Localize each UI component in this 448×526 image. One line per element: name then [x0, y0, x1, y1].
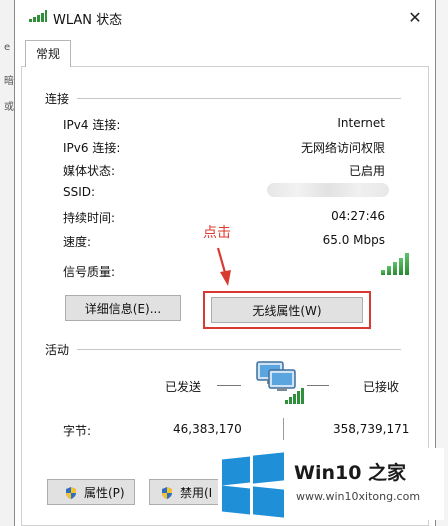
activity-group-label: 活动: [45, 343, 70, 357]
ssid-value-blurred: [267, 183, 389, 197]
background-text: 或: [4, 102, 14, 113]
annotation-click-text: 点击: [203, 225, 231, 241]
signal-strength-icon: [381, 251, 411, 275]
connection-group-label: 连接: [45, 92, 70, 106]
duration-label: 持续时间:: [63, 211, 116, 225]
sent-dash: [217, 385, 241, 386]
wireless-properties-button[interactable]: 无线属性(W): [211, 297, 363, 323]
wifi-icon: [29, 10, 47, 22]
ipv4-label: IPv4 连接:: [63, 118, 121, 132]
tab-general[interactable]: 常规: [25, 40, 72, 67]
received-dash: [307, 385, 329, 386]
media-state-value: 已启用: [348, 164, 385, 178]
ipv6-label: IPv6 连接:: [63, 141, 121, 155]
duration-value: 04:27:46: [331, 209, 385, 223]
network-computer-icon: [256, 361, 304, 404]
watermark-url: www.win10xitong.com: [296, 490, 421, 503]
annotation-arrow-icon: [216, 247, 231, 286]
window-title: WLAN 状态: [53, 13, 123, 28]
background-text: e: [4, 42, 11, 53]
speed-value: 65.0 Mbps: [322, 233, 385, 247]
ipv6-value: 无网络访问权限: [300, 141, 385, 155]
speed-label: 速度:: [63, 235, 92, 249]
disable-button-label: 禁用(I: [180, 486, 213, 500]
properties-button-label: 属性(P): [84, 486, 125, 500]
watermark: Win10 之家 www.win10xitong.com: [218, 448, 444, 520]
bytes-received-value: 358,739,171: [333, 422, 410, 436]
sent-label: 已发送: [165, 380, 202, 394]
ssid-label: SSID:: [63, 185, 96, 199]
details-button[interactable]: 详细信息(E)...: [65, 295, 181, 321]
media-state-label: 媒体状态:: [63, 164, 116, 178]
signal-quality-label: 信号质量:: [63, 265, 116, 279]
watermark-title: Win10 之家: [294, 462, 407, 484]
windows-logo-icon: [222, 452, 284, 518]
activity-divider: [77, 349, 401, 350]
shield-icon: [162, 487, 172, 499]
ipv4-value: Internet: [337, 116, 385, 130]
close-icon: ✕: [408, 8, 422, 27]
background-text: 暗: [4, 76, 14, 87]
connection-divider: [77, 98, 401, 99]
bytes-label: 字节:: [63, 424, 92, 438]
received-label: 已接收: [363, 380, 400, 394]
title-bar[interactable]: WLAN 状态 ✕: [15, 0, 435, 36]
bytes-separator: [283, 418, 284, 440]
close-button[interactable]: ✕: [401, 4, 429, 32]
properties-button[interactable]: 属性(P): [47, 479, 135, 505]
shield-icon: [66, 487, 76, 499]
bytes-sent-value: 46,383,170: [173, 422, 242, 436]
